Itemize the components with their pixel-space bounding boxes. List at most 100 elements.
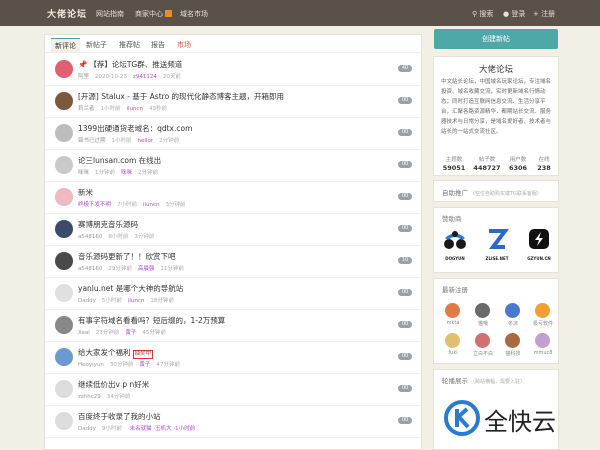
create-post-button[interactable]: 创建新帖 xyxy=(434,29,558,49)
author-avatar[interactable] xyxy=(55,60,73,78)
author-avatar[interactable] xyxy=(55,156,73,174)
member-item[interactable]: mkta xyxy=(439,303,467,331)
topic-row[interactable]: 论三lunsan.com 在线出 咪咪 1分钟前 咪咪 2分钟前 00 xyxy=(45,150,421,182)
author-avatar[interactable] xyxy=(55,220,73,238)
search-link[interactable]: ⚲ 搜索 xyxy=(472,9,493,19)
member-avatar xyxy=(535,303,550,318)
author-name[interactable]: zzhhc29 xyxy=(78,394,101,400)
sponsor-gzyun[interactable]: GZYUN.CN xyxy=(522,226,556,268)
author-avatar[interactable] xyxy=(55,412,73,430)
last-reply-user[interactable]: hellor xyxy=(138,138,154,144)
author-avatar[interactable] xyxy=(55,316,73,334)
topic-title[interactable]: 有事字符域名看看吗？短后缀的，1-2万预算 xyxy=(78,315,225,326)
author-name[interactable]: 莉兰者 xyxy=(78,106,95,112)
tab-report[interactable]: 报告 xyxy=(151,38,165,53)
author-avatar[interactable] xyxy=(55,252,73,270)
author-avatar[interactable] xyxy=(55,124,73,142)
topic-row[interactable]: [开源] Stalux - 基于 Astro 的现代化静态博客主题，开箱即用莉兰… xyxy=(45,86,421,118)
last-reply-user[interactable]: iluncn xyxy=(127,106,144,112)
member-name: 冬凉 xyxy=(507,321,518,327)
last-reply-user[interactable]: iluncn xyxy=(143,202,160,208)
nav-merchant-center[interactable]: 商家中心 xyxy=(135,9,172,19)
topic-title[interactable]: 继续低价出v p n好米 xyxy=(78,379,149,390)
member-item[interactable]: fuki xyxy=(439,333,467,361)
author-name[interactable]: 终极下发不明 xyxy=(78,202,111,208)
topic-row[interactable]: 有事字符域名看看吗？短后缀的，1-2万预算 Xeal 23分钟前 黄子 45分钟前 00 xyxy=(45,310,421,342)
tab-new-posts[interactable]: 新帖子 xyxy=(86,38,107,53)
last-reply-user[interactable]: 黄子 xyxy=(125,330,136,336)
site-logo[interactable]: 大佬论坛 xyxy=(47,7,87,20)
last-reply-user[interactable]: z941124 xyxy=(133,74,157,80)
reply-count-badge: 00 xyxy=(398,289,412,296)
author-name[interactable]: Daddy xyxy=(78,426,96,432)
topic-row[interactable]: 1399出硬通货老域名：qdtx.com 锦书已过期 1小时前 hellor 2分钟前 0… xyxy=(45,118,421,150)
topic-row[interactable]: 继续低价出v p n好米 zzhhc29 34分钟前 00 xyxy=(45,374,421,406)
topic-title-text: 继续低价出v p n好米 xyxy=(78,380,150,389)
member-name: 极亏软件 xyxy=(532,321,553,327)
member-item[interactable]: 立白不白 xyxy=(469,333,497,361)
topic-row[interactable]: yanlu.net 是哪个大神的导航站 Daddy 5小时前 iluncn 18分钟前 0… xyxy=(45,278,421,310)
tab-recommended[interactable]: 推荐帖 xyxy=(119,38,140,53)
member-item[interactable]: 冬凉 xyxy=(499,303,527,331)
self-promo-card[interactable]: 自助推广 （空位自助购买或TG联系客服） xyxy=(433,180,559,202)
last-reply-user[interactable]: iluncn xyxy=(128,298,145,304)
topic-title[interactable]: 📌 【荐】论坛TG群、推送频道 xyxy=(78,59,182,70)
author-name[interactable]: 锦书已过期 xyxy=(78,138,106,144)
topic-title[interactable]: 1399出硬通货老域名：qdtx.com xyxy=(78,123,192,134)
tab-market[interactable]: 市场 xyxy=(177,38,191,53)
topic-row[interactable]: 📌 【荐】论坛TG群、推送频道 阿里 2020-10-23 z941124 20天前 40 xyxy=(45,54,421,86)
tab-new-comments[interactable]: 新评论 xyxy=(51,38,80,53)
topic-row[interactable]: 给大家发个福利 抽奖中 Heoyiyun 30分钟前 黄子 47分钟前 00 xyxy=(45,342,421,374)
topic-meta: 终极下发不明 7小时前 iluncn 3分钟前 xyxy=(78,200,192,208)
login-link[interactable]: ● 登录 xyxy=(503,9,525,19)
topic-meta: a548160 29分钟前 高晨强 11分钟前 xyxy=(78,264,190,272)
topic-title-text: 新米 xyxy=(78,188,93,197)
topic-row[interactable]: 百度终于收录了我的小站 Daddy 9小时前 ·未名就猫 ·玉机大 ·1小时前 00 xyxy=(45,406,421,438)
topic-title[interactable]: 给大家发个福利 抽奖中 xyxy=(78,347,154,359)
author-avatar[interactable] xyxy=(55,92,73,110)
topic-row[interactable]: 新米 终极下发不明 7小时前 iluncn 3分钟前 00 xyxy=(45,182,421,214)
member-item[interactable]: 猫科技 xyxy=(499,333,527,361)
last-reply-user[interactable]: 高晨强 xyxy=(138,266,155,272)
last-reply-time: 3分钟前 xyxy=(165,202,186,208)
sponsor-zlise[interactable]: ZLISE.NET xyxy=(480,226,514,268)
topic-meta: 阿里 2020-10-23 z941124 20天前 xyxy=(78,72,187,80)
topic-title-text: 【荐】论坛TG群、推送频道 xyxy=(89,60,183,69)
author-name[interactable]: Heoyiyun xyxy=(78,362,104,368)
author-name[interactable]: a548160 xyxy=(78,266,102,272)
member-item[interactable]: 极亏软件 xyxy=(529,303,557,331)
author-name[interactable]: a548160 xyxy=(78,234,102,240)
nav-domain-market[interactable]: 域名市场 xyxy=(180,9,208,19)
nav-site-guide[interactable]: 网站指南 xyxy=(96,9,124,19)
member-avatar xyxy=(505,333,520,348)
member-item[interactable]: 猫哦 xyxy=(469,303,497,331)
author-name[interactable]: Xeal xyxy=(78,330,90,336)
last-reply-user[interactable]: 黄子 xyxy=(139,362,150,368)
member-item[interactable]: mmuc8 xyxy=(529,333,557,361)
topic-meta: Heoyiyun 30分钟前 黄子 47分钟前 xyxy=(78,360,186,368)
topic-meta: a548160 8小时前 3分钟前 xyxy=(78,232,160,240)
last-reply-user[interactable]: ·未名就猫 ·玉机大 ·1小时前 xyxy=(128,426,195,432)
author-name[interactable]: 咪咪 xyxy=(78,170,89,176)
stat-label-posts: 帖子数 xyxy=(478,157,496,163)
register-link[interactable]: + 注册 xyxy=(533,9,555,19)
topic-title[interactable]: 百度终于收录了我的小站 xyxy=(78,411,161,422)
topic-row[interactable]: 音乐源码更新了！！欣赏下吧 a548160 29分钟前 高晨强 11分钟前 10 xyxy=(45,246,421,278)
topic-title[interactable]: 新米 xyxy=(78,187,93,198)
author-name[interactable]: Daddy xyxy=(78,298,96,304)
topic-title[interactable]: [开源] Stalux - 基于 Astro 的现代化静态博客主题，开箱即用 xyxy=(78,91,284,102)
topic-title[interactable]: 音乐源码更新了！！欣赏下吧 xyxy=(78,251,176,262)
reply-count-badge: 00 xyxy=(398,353,412,360)
topic-title[interactable]: 论三lunsan.com 在线出 xyxy=(78,155,161,166)
author-name[interactable]: 阿里 xyxy=(78,74,89,80)
topic-row[interactable]: 赛博朋克音乐源码 a548160 8小时前 3分钟前 00 xyxy=(45,214,421,246)
sponsor-dogyun[interactable]: DOGYUN xyxy=(438,226,472,268)
author-avatar[interactable] xyxy=(55,284,73,302)
last-reply-user[interactable]: 咪咪 xyxy=(121,170,132,176)
author-avatar[interactable] xyxy=(55,380,73,398)
topic-title[interactable]: yanlu.net 是哪个大神的导航站 xyxy=(78,283,183,294)
carousel-banner-text[interactable]: 全快云 xyxy=(484,402,556,437)
author-avatar[interactable] xyxy=(55,188,73,206)
topic-title[interactable]: 赛博朋克音乐源码 xyxy=(78,219,138,230)
author-avatar[interactable] xyxy=(55,348,73,366)
